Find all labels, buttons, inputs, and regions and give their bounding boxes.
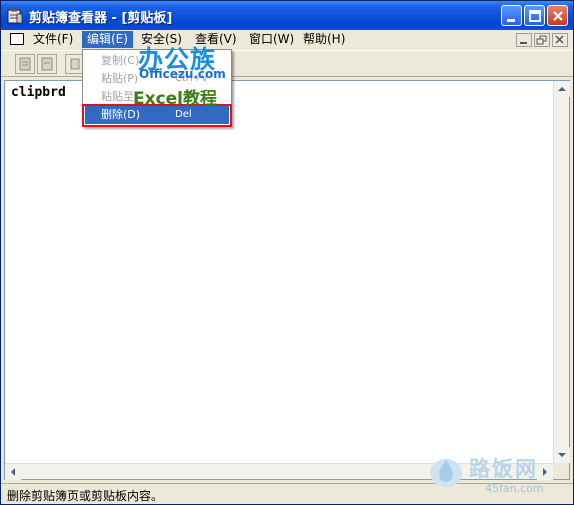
child-minimize-icon bbox=[520, 42, 527, 44]
menu-edit[interactable]: 编辑(E) bbox=[82, 31, 133, 48]
child-close-button[interactable] bbox=[552, 33, 568, 47]
minimize-button[interactable] bbox=[501, 5, 522, 26]
window-title: 剪贴簿查看器 - [剪贴板] bbox=[29, 11, 173, 26]
maximize-button[interactable] bbox=[524, 5, 545, 26]
scroll-corner bbox=[553, 463, 569, 479]
scroll-up-button[interactable] bbox=[554, 81, 570, 97]
watermark-tagline: Excel教程 bbox=[133, 89, 218, 109]
clipboard-text: clipbrd bbox=[11, 85, 66, 100]
menu-bar: 文件(F) 编辑(E) 安全(S) 查看(V) 窗口(W) 帮助(H) bbox=[1, 30, 573, 49]
child-minimize-button[interactable] bbox=[516, 33, 532, 47]
watermark-url: Officezu.com bbox=[139, 67, 226, 81]
watermark-drop-icon bbox=[430, 459, 462, 487]
minimize-icon bbox=[507, 19, 515, 22]
toolbar-connect-button[interactable] bbox=[15, 54, 35, 74]
menu-file[interactable]: 文件(F) bbox=[28, 31, 78, 48]
vertical-scrollbar[interactable] bbox=[553, 81, 570, 463]
watermark-brand: 路饭网 bbox=[469, 457, 538, 481]
title-bar[interactable]: 剪贴簿查看器 - [剪贴板] bbox=[1, 1, 573, 30]
menu-help[interactable]: 帮助(H) bbox=[298, 31, 350, 48]
arrow-up-icon bbox=[558, 87, 566, 91]
scroll-right-button[interactable] bbox=[537, 464, 553, 480]
close-button[interactable] bbox=[547, 5, 568, 26]
child-restore-icon bbox=[536, 35, 547, 45]
menu-item-copy-label: 复制(C) bbox=[101, 54, 140, 67]
status-text: 删除剪贴簿页或剪贴板内容。 bbox=[7, 489, 164, 503]
connect-icon bbox=[19, 57, 31, 71]
maximize-icon bbox=[529, 10, 541, 22]
arrow-right-icon bbox=[543, 468, 547, 476]
child-close-icon bbox=[555, 35, 564, 44]
clipbook-app-icon bbox=[7, 8, 23, 24]
child-restore-button[interactable] bbox=[534, 33, 550, 47]
watermark-brand-url: 45fan.com bbox=[485, 482, 544, 495]
arrow-down-icon bbox=[558, 453, 566, 457]
toolbar-disconnect-button[interactable] bbox=[37, 54, 57, 74]
arrow-left-icon bbox=[11, 468, 15, 476]
document-system-icon[interactable] bbox=[10, 33, 24, 45]
scroll-down-button[interactable] bbox=[554, 447, 570, 463]
close-icon bbox=[553, 11, 563, 21]
scroll-left-button[interactable] bbox=[5, 464, 21, 480]
disconnect-icon bbox=[41, 57, 53, 71]
clipbook-viewer-window: 剪贴簿查看器 - [剪贴板] 文件(F) 编辑(E) 安全(S) 查看(V) 窗… bbox=[0, 0, 574, 505]
clipboard-content-area[interactable]: clipbrd bbox=[4, 80, 570, 480]
menu-window[interactable]: 窗口(W) bbox=[244, 31, 299, 48]
